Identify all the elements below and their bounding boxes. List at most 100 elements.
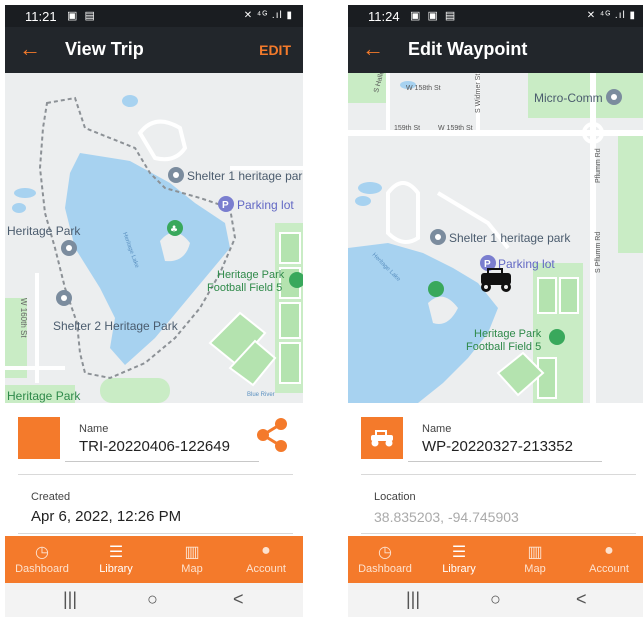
map-label-158th: W 158th St [406,85,441,92]
map-label-159th: 159th St [394,125,420,132]
home-icon[interactable]: ○ [147,589,158,610]
svg-text:♣: ♣ [170,225,178,235]
map-canvas: P S Hallet St W 158th St S Widmer St Mic… [348,73,643,403]
divider [18,533,293,534]
created-label: Created [31,491,71,503]
back-arrow-icon[interactable]: ← [362,36,384,62]
divider [18,474,293,475]
map-canvas: P ♣ Shelter 1 heritage park Parking lot … [5,73,303,403]
system-back-icon[interactable]: < [576,589,587,610]
map-label-heritage-bottom: Heritage Park [7,389,81,403]
football-pin-icon[interactable] [549,329,565,345]
nav-dashboard[interactable]: ◷ Dashboard [5,536,79,583]
phone-edit-waypoint: 11:24 ▣ ▣ ▤ ✕ ⁴ᴳ .ıl ▮ ← Edit Waypoint P… [348,5,643,617]
parking-pin-icon[interactable]: P [218,196,234,212]
map-label-pflumm2: S Pflumm Rd [595,232,602,273]
bottom-nav: ◷ Dashboard ☰ Library ▥ Map ● Account [5,536,303,583]
map-label-street: W 160th St [19,298,28,338]
map-icon: ▥ [184,544,200,561]
system-nav-bar: ||| ○ < [5,583,303,617]
app-bar: ← View Trip EDIT [5,27,303,73]
map-label-microcomm: Micro-Comm [534,91,603,105]
app-bar: ← Edit Waypoint [348,27,643,73]
signal-battery-icons: ✕ ⁴ᴳ .ıl ▮ [243,10,293,21]
nav-label: Dashboard [358,563,412,575]
status-bar: 11:21 ▣ ▤ ✕ ⁴ᴳ .ıl ▮ [5,5,303,27]
list-icon: ☰ [451,544,467,561]
map-label-football-line1: Heritage Park [474,328,542,340]
created-value: Apr 6, 2022, 12:26 PM [31,508,182,525]
shelter1-pin-icon[interactable] [430,229,446,245]
edit-button[interactable]: EDIT [259,42,291,58]
divider [361,533,636,534]
map-label-shelter1: Shelter 1 heritage park [449,231,571,245]
nav-label: Dashboard [15,563,69,575]
trip-name-field[interactable]: TRI-20220406-122649 [65,438,259,462]
location-label: Location [374,491,416,503]
status-time: 11:24 [368,9,400,24]
divider [361,474,636,475]
recents-icon[interactable]: ||| [406,589,420,610]
page-title: Edit Waypoint [408,39,528,59]
nav-label: Map [524,563,546,575]
speedometer-icon: ◷ [378,544,392,561]
nav-account[interactable]: ● Account [229,536,303,583]
person-icon: ● [261,542,271,559]
nav-library[interactable]: ☰ Library [79,536,153,583]
map-label-pflumm: Pflumm Rd [595,148,602,183]
trip-color-swatch[interactable] [18,417,60,459]
home-icon[interactable]: ○ [490,589,501,610]
name-label: Name [79,423,109,435]
map-icon: ▥ [527,544,543,561]
nav-label: Map [181,563,203,575]
map-label-football-line1: Heritage Park [217,269,285,281]
map-label-shelter2: Shelter 2 Heritage Park [53,319,179,333]
nav-map[interactable]: ▥ Map [155,536,229,583]
map-label-football-line2: Football Field 5 [207,282,282,294]
map-label-w159th: W 159th St [438,125,473,132]
utv-icon[interactable] [361,417,403,459]
map-label-parking: Parking lot [237,198,294,212]
map-label-widmer: S Widmer St [475,74,482,113]
nav-account[interactable]: ● Account [572,536,643,583]
location-value: 38.835203, -94.745903 [374,509,519,525]
nav-label: Account [589,563,629,575]
recents-icon[interactable]: ||| [63,589,77,610]
waypoint-name-field[interactable]: WP-20220327-213352 [408,438,602,462]
speedometer-icon: ◷ [35,544,49,561]
system-back-icon[interactable]: < [233,589,244,610]
bottom-nav: ◷ Dashboard ☰ Library ▥ Map ● Account [348,536,643,583]
trip-details-card: Name TRI-20220406-122649 Created Apr 6, … [5,403,303,536]
map-label-shelter1: Shelter 1 heritage park [187,169,303,183]
map-label-parking: Parking lot [498,257,555,271]
status-time: 11:21 [25,9,57,24]
microcomm-pin-icon[interactable] [606,89,622,105]
list-icon: ☰ [108,544,124,561]
waypoint-details-card: Name WP-20220327-213352 Location 38.8352… [348,403,643,536]
trip-map[interactable]: P ♣ Shelter 1 heritage park Parking lot … [5,73,303,403]
person-icon: ● [604,542,614,559]
name-label: Name [422,423,452,435]
park-tree-pin-icon[interactable]: ♣ [167,220,183,236]
nav-label: Library [99,563,133,575]
nav-label: Library [442,563,476,575]
svg-text:P: P [222,200,229,211]
page-title: View Trip [65,39,144,59]
map-label-river: Blue River [247,392,275,398]
share-icon[interactable] [255,417,289,453]
shelter1-pin-icon[interactable] [168,167,184,183]
nav-library[interactable]: ☰ Library [422,536,496,583]
notification-icons: ▣ ▣ ▤ [410,10,458,22]
nav-dashboard[interactable]: ◷ Dashboard [348,536,422,583]
status-bar: 11:24 ▣ ▣ ▤ ✕ ⁴ᴳ .ıl ▮ [348,5,643,27]
map-label-heritage-park: Heritage Park [7,224,81,238]
nav-map[interactable]: ▥ Map [498,536,572,583]
notification-icons: ▣ ▤ [67,10,97,22]
park-tree-pin-icon[interactable] [428,281,444,297]
waypoint-map[interactable]: P S Hallet St W 158th St S Widmer St Mic… [348,73,643,403]
map-label-football-line2: Football Field 5 [466,341,541,353]
heritage-park-pin-icon[interactable] [61,240,77,256]
shelter2-pin-icon[interactable] [56,290,72,306]
back-arrow-icon[interactable]: ← [19,36,41,62]
system-nav-bar: ||| ○ < [348,583,643,617]
